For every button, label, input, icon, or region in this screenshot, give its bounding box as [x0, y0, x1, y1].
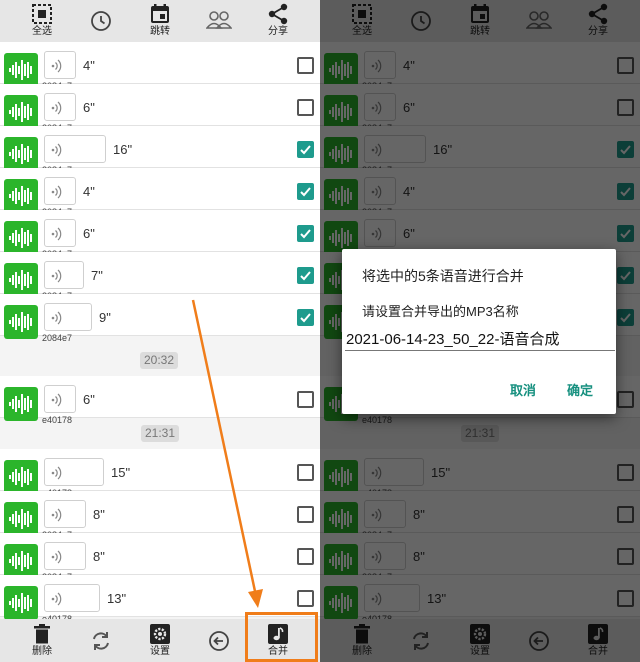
annotation-arrow [191, 299, 263, 608]
